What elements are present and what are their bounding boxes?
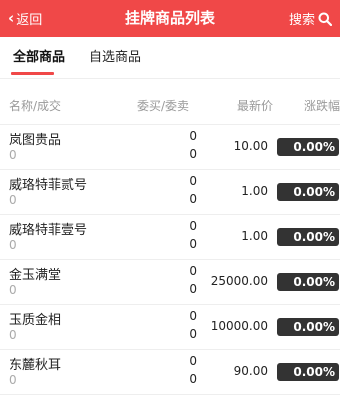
product-name: 金玉满堂 xyxy=(9,268,62,283)
list-item[interactable]: 威珞特菲壹号 0 0 0 1.00 0.00% xyxy=(0,215,340,260)
latest-price: 25000.00 xyxy=(210,274,268,288)
product-volume: 0 xyxy=(9,328,17,342)
latest-price: 10.00 xyxy=(233,139,268,153)
buy-orders: 0 xyxy=(189,174,197,188)
header-bar: ‹ 返回 挂牌商品列表 搜索 xyxy=(0,0,340,37)
change-badge: 0.00% xyxy=(277,273,339,291)
back-label: 返回 xyxy=(16,13,43,28)
product-name: 玉质金相 xyxy=(9,313,62,328)
column-name-volume: 名称/成交 xyxy=(9,99,62,113)
list-item[interactable]: 岚图贵品 0 0 0 10.00 0.00% xyxy=(0,125,340,170)
chevron-left-icon: ‹ xyxy=(8,9,15,27)
column-change: 涨跌幅 xyxy=(304,99,340,113)
latest-price: 90.00 xyxy=(233,364,268,378)
list-item[interactable]: 金玉满堂 0 0 0 25000.00 0.00% xyxy=(0,260,340,305)
product-name: 威珞特菲贰号 xyxy=(9,178,88,193)
product-volume: 0 xyxy=(9,148,17,162)
sell-orders: 0 xyxy=(189,372,197,386)
change-badge: 0.00% xyxy=(277,138,339,156)
search-button[interactable]: 搜索 xyxy=(289,0,332,37)
list-item[interactable]: 玉质金相 0 0 0 10000.00 0.00% xyxy=(0,305,340,350)
column-orders: 委买/委卖 xyxy=(136,99,189,113)
list-item[interactable]: 东麓秋耳 0 0 0 90.00 0.00% xyxy=(0,350,340,395)
product-volume: 0 xyxy=(9,193,17,207)
change-badge: 0.00% xyxy=(277,228,339,246)
product-name: 威珞特菲壹号 xyxy=(9,223,88,238)
product-list: 岚图贵品 0 0 0 10.00 0.00% 威珞特菲贰号 0 0 0 1.00 0.00% 威珞特菲壹… xyxy=(0,125,340,395)
spacer xyxy=(0,79,340,89)
product-volume: 0 xyxy=(9,283,17,297)
change-badge: 0.00% xyxy=(277,183,339,201)
change-badge: 0.00% xyxy=(277,363,339,381)
latest-price: 1.00 xyxy=(241,229,268,243)
search-label: 搜索 xyxy=(288,13,315,28)
buy-orders: 0 xyxy=(189,219,197,233)
product-volume: 0 xyxy=(9,373,17,387)
sell-orders: 0 xyxy=(189,282,197,296)
sell-orders: 0 xyxy=(189,147,197,161)
active-tab-indicator xyxy=(11,72,54,75)
list-item[interactable]: 威珞特菲贰号 0 0 0 1.00 0.00% xyxy=(0,170,340,215)
buy-orders: 0 xyxy=(189,129,197,143)
tab-watchlist[interactable]: 自选商品 xyxy=(89,37,141,78)
latest-price: 1.00 xyxy=(241,184,268,198)
search-icon xyxy=(318,12,332,26)
buy-orders: 0 xyxy=(189,264,197,278)
product-name: 东麓秋耳 xyxy=(9,358,62,373)
column-price: 最新价 xyxy=(236,99,273,113)
sell-orders: 0 xyxy=(189,237,197,251)
change-badge: 0.00% xyxy=(277,318,339,336)
sell-orders: 0 xyxy=(189,192,197,206)
tab-bar: 全部商品 自选商品 xyxy=(0,37,340,79)
back-button[interactable]: ‹ 返回 xyxy=(8,0,42,37)
buy-orders: 0 xyxy=(189,354,197,368)
sell-orders: 0 xyxy=(189,327,197,341)
column-header: 名称/成交 委买/委卖 最新价 涨跌幅 xyxy=(0,89,340,125)
latest-price: 10000.00 xyxy=(210,319,268,333)
product-volume: 0 xyxy=(9,238,17,252)
product-name: 岚图贵品 xyxy=(9,133,62,148)
buy-orders: 0 xyxy=(189,309,197,323)
